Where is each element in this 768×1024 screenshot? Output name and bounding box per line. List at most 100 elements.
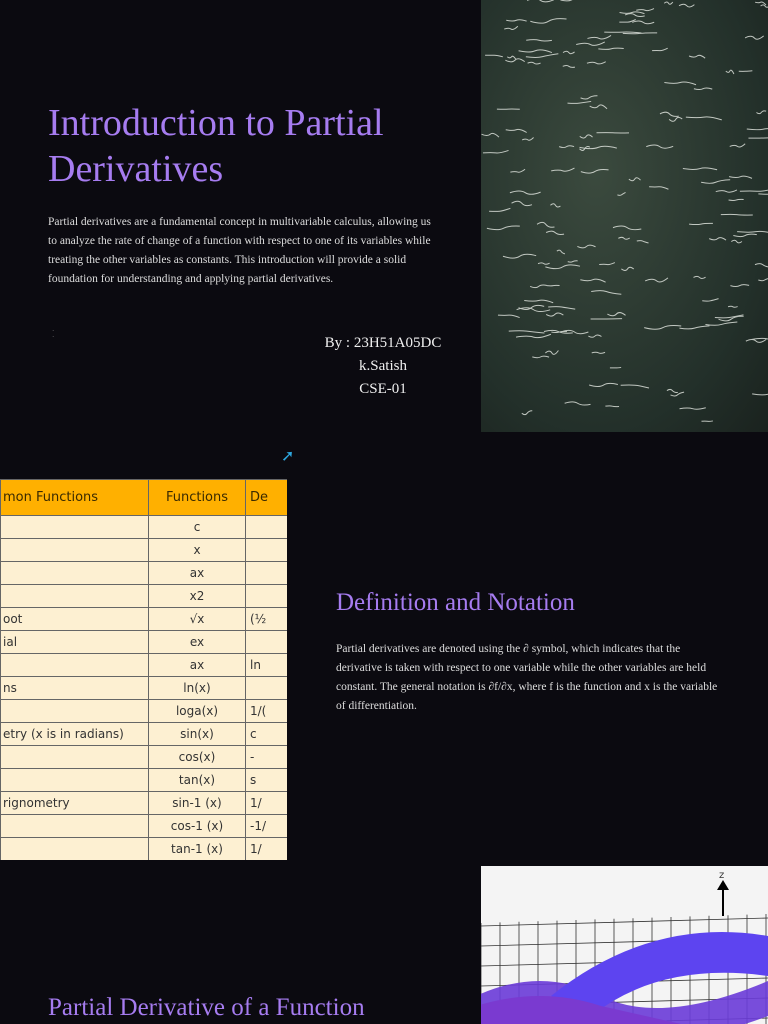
chalk-mark (545, 230, 565, 235)
chalk-mark (701, 179, 731, 184)
table-cell: (½ (245, 607, 287, 631)
chalk-mark (564, 401, 591, 406)
chalk-mark (489, 207, 511, 212)
chalk-mark (612, 225, 642, 231)
chalk-mark (580, 95, 598, 100)
chalk-mark (728, 198, 744, 201)
table-cell (0, 561, 149, 585)
chalk-mark (589, 104, 608, 110)
table-row: ax (0, 561, 287, 585)
chalk-mark (588, 334, 602, 338)
chalk-mark (521, 410, 533, 416)
chalk-mark (507, 55, 517, 60)
author-class: CSE-01 (359, 381, 407, 397)
chalk-mark (754, 1, 767, 6)
table-row: loga(x) 1/( (0, 699, 287, 723)
chalk-mark (509, 190, 541, 195)
chalk-mark (576, 41, 606, 46)
chalk-mark (604, 31, 642, 34)
chalk-mark (560, 0, 573, 2)
chalk-mark (591, 290, 622, 295)
table-cell: rignometry (0, 791, 149, 815)
chalk-mark (628, 177, 641, 182)
table-cell: loga(x) (148, 699, 246, 723)
chalk-mark (702, 298, 719, 302)
chalk-mark (725, 69, 735, 75)
table-cell: oot (0, 607, 149, 631)
table-cell: ex (148, 630, 246, 654)
table-cell (245, 515, 287, 539)
chalk-mark (689, 222, 713, 226)
chalk-mark (715, 189, 738, 193)
chalk-mark (546, 284, 560, 287)
chalk-mark (624, 13, 645, 18)
table-header: mon Functions (0, 479, 149, 516)
chalk-mark (645, 277, 669, 283)
chalk-mark (738, 70, 753, 72)
table-cell: -1/ (245, 814, 287, 838)
table-cell: 1/ (245, 791, 287, 815)
derivatives-table-image: mon Functions Functions De c x ax x2 oot √x (½… (0, 479, 287, 860)
table-cell (0, 538, 149, 562)
z-axis-label: z (719, 870, 724, 881)
chalk-mark (562, 50, 575, 55)
chalk-mark (567, 260, 578, 263)
chalk-mark (511, 200, 533, 207)
chalk-mark (744, 35, 764, 40)
table-cell: ns (0, 676, 149, 700)
chalk-mark (746, 128, 768, 131)
table-cell (0, 745, 149, 769)
table-row: x (0, 538, 287, 562)
chalk-mark (598, 47, 624, 50)
intro-paragraph: Partial derivatives are a fundamental co… (48, 216, 431, 285)
chalk-mark (720, 213, 753, 216)
chalk-mark (663, 1, 674, 5)
chalk-mark (729, 143, 746, 148)
surface-plot-image: z (481, 866, 768, 1024)
chalk-mark (760, 4, 768, 8)
chalk-mark (745, 338, 767, 343)
table-cell (0, 653, 149, 677)
table-cell: √x (148, 607, 246, 631)
table-row: cos(x) - (0, 745, 287, 769)
chalk-mark (587, 35, 612, 40)
table-cell: cos-1 (x) (148, 814, 246, 838)
chalk-mark (532, 355, 550, 359)
chalk-mark (758, 193, 768, 195)
chalk-mark (668, 116, 683, 122)
table-cell: sin(x) (148, 722, 246, 746)
table-cell: x2 (148, 584, 246, 608)
table-cell (245, 561, 287, 585)
author-block: By : 23H51A05DC k.Satish CSE-01 (300, 332, 466, 401)
table-row: tan(x) s (0, 768, 287, 792)
table-cell: tan(x) (148, 768, 246, 792)
table-row: ns ln(x) (0, 676, 287, 700)
chalk-mark (586, 61, 606, 65)
table-cell (0, 814, 149, 838)
table-row: tan-1 (x) 1/ (0, 837, 287, 860)
table-cell (0, 515, 149, 539)
table-cell: c (245, 722, 287, 746)
chalk-mark (649, 186, 669, 190)
table-row: ial ex (0, 630, 287, 654)
chalk-mark (580, 169, 609, 174)
chalk-mark (530, 18, 567, 24)
intro-title: Introduction to Partial Derivatives (48, 102, 384, 190)
chalk-mark (505, 58, 526, 63)
table-cell: sin-1 (x) (148, 791, 246, 815)
chalk-mark (636, 8, 655, 12)
chalk-mark (522, 137, 534, 141)
table-cell: s (245, 768, 287, 792)
table-cell (0, 837, 149, 860)
chalk-mark (516, 307, 551, 313)
chalk-mark (636, 240, 649, 244)
chalk-mark (548, 306, 576, 310)
table-header: Functions (148, 479, 246, 516)
chalk-mark (518, 49, 553, 54)
chalk-mark (620, 384, 650, 389)
table-row: etry (x is in radians) sin(x) c (0, 722, 287, 746)
chalk-mark (727, 305, 738, 308)
table-row: ax ln (0, 653, 287, 677)
table-cell: ax (148, 561, 246, 585)
author-id: By : 23H51A05DC (324, 335, 442, 351)
